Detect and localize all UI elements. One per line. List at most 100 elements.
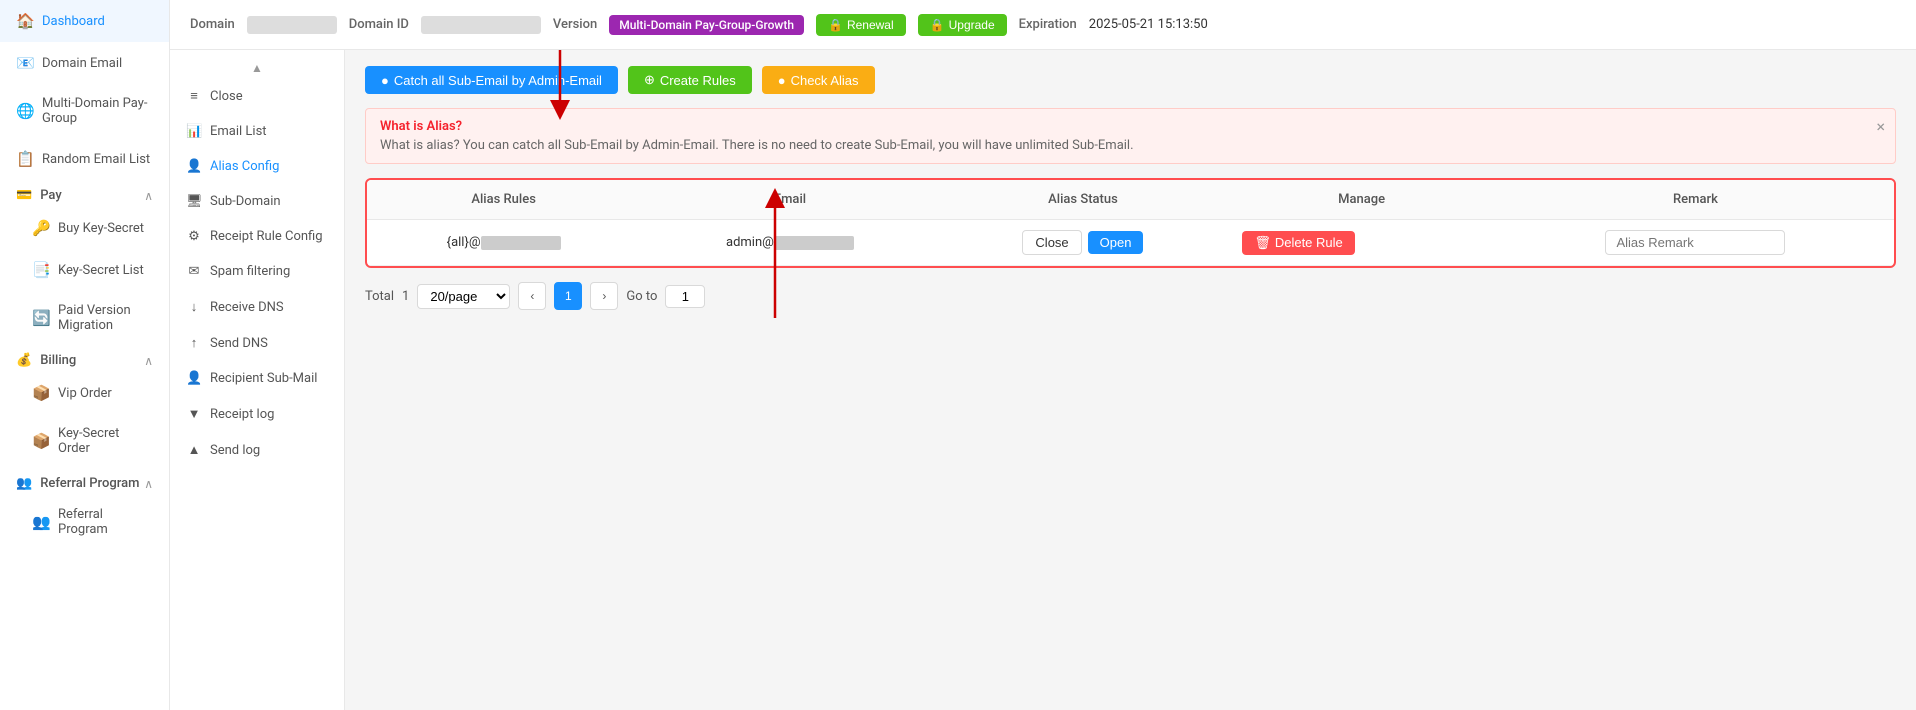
sidebar-item-multi-domain[interactable]: 🌐 Multi-Domain Pay-Group [0,84,169,138]
dashboard-icon: 🏠 [16,12,34,30]
remark-cell [1497,220,1894,266]
main-area: Domain Domain ID Version Multi-Domain Pa… [170,0,1916,710]
status-open-button[interactable]: Open [1088,231,1144,254]
sidebar-item-buy-key-secret[interactable]: 🔑 Buy Key-Secret [0,207,169,249]
recipient-icon: 👤 [186,371,202,386]
page-1-button[interactable]: 1 [554,282,582,310]
catch-all-button[interactable]: ● Catch all Sub-Email by Admin-Email [365,66,618,94]
page-content: ● Catch all Sub-Email by Admin-Email ⊕ C… [345,50,1916,710]
renewal-icon: 🔒 [828,18,843,32]
domain-id-value [421,16,541,34]
toolbar: ● Catch all Sub-Email by Admin-Email ⊕ C… [365,66,1896,94]
dot-icon: ● [381,73,389,88]
alert-title: What is Alias? [380,119,1881,134]
email-domain-masked [774,236,854,250]
prev-page-button[interactable]: ‹ [518,282,546,310]
sub-sidebar-item-receipt-log[interactable]: ▼ Receipt log [170,396,344,432]
sub-sidebar-item-spam[interactable]: ✉ Spam filtering [170,254,344,289]
table-section: Alias Rules Email Alias Status Manage Re… [365,178,1896,268]
sidebar-item-paid-version[interactable]: 🔄 Paid Version Migration [0,291,169,345]
alias-info-alert: What is Alias? What is alias? You can ca… [365,108,1896,164]
total-label: Total [365,289,394,304]
sidebar-item-referral-program[interactable]: 👥 Referral Program [0,495,169,549]
alias-config-icon: 👤 [186,159,202,174]
col-alias-status: Alias Status [940,180,1227,220]
send-log-icon: ▲ [186,442,202,458]
domain-value [247,16,337,34]
vip-icon: 📦 [32,384,50,402]
alias-table-container: Alias Rules Email Alias Status Manage Re… [365,178,1896,268]
email-cell: admin@ [640,220,939,266]
version-label: Version [553,17,597,32]
alias-rules-value: {all}@ [447,235,481,250]
referral-icon: 👥 [16,476,32,491]
pagination: Total 1 20/page 50/page 100/page ‹ 1 › G… [365,282,1896,310]
upgrade-button[interactable]: 🔒 Upgrade [918,14,1007,36]
manage-cell: 🗑 Delete Rule [1226,220,1497,266]
alias-remark-input[interactable] [1605,230,1785,255]
chevron-up-billing-icon: ∧ [144,354,153,368]
sidebar-item-domain-email[interactable]: 📧 Domain Email [0,42,169,84]
sidebar-section-pay[interactable]: 💳 Pay ∧ [0,180,169,207]
version-badge: Multi-Domain Pay-Group-Growth [609,15,804,35]
col-manage: Manage [1226,180,1497,220]
domain-email-icon: 📧 [16,54,34,72]
multi-domain-icon: 🌐 [16,102,34,120]
sidebar-item-key-secret-list[interactable]: 📑 Key-Secret List [0,249,169,291]
plus-circle-icon: ⊕ [644,72,655,88]
chevron-up-icon: ∧ [144,189,153,203]
domain-id-label: Domain ID [349,17,409,32]
receipt-rule-icon: ⚙ [186,229,202,244]
receipt-log-icon: ▼ [186,406,202,422]
random-email-icon: 📋 [16,150,34,168]
sub-sidebar-item-recipient-submail[interactable]: 👤 Recipient Sub-Mail [170,361,344,396]
delete-rule-button[interactable]: 🗑 Delete Rule [1242,231,1354,255]
billing-icon: 💰 [16,353,32,368]
renewal-button[interactable]: 🔒 Renewal [816,14,906,36]
table-header-row: Alias Rules Email Alias Status Manage Re… [367,180,1894,220]
sidebar-section-billing[interactable]: 💰 Billing ∧ [0,345,169,372]
sub-sidebar-item-receipt-rule[interactable]: ⚙ Receipt Rule Config [170,219,344,254]
order-icon: 📦 [32,432,50,450]
topbar: Domain Domain ID Version Multi-Domain Pa… [170,0,1916,50]
receive-dns-icon: ↓ [186,299,202,315]
sub-sidebar-item-receive-dns[interactable]: ↓ Receive DNS [170,289,344,325]
chevron-up-referral-icon: ∧ [144,477,153,491]
send-dns-icon: ↑ [186,335,202,351]
col-alias-rules: Alias Rules [367,180,640,220]
expiration-value: 2025-05-21 15:13:50 [1089,17,1208,32]
per-page-select[interactable]: 20/page 50/page 100/page [417,284,510,309]
migration-icon: 🔄 [32,309,50,327]
sub-sidebar-item-send-dns[interactable]: ↑ Send DNS [170,325,344,361]
goto-input[interactable] [665,285,705,308]
spam-icon: ✉ [186,264,202,279]
sub-sidebar-item-send-log[interactable]: ▲ Send log [170,432,344,468]
sub-sidebar-item-close[interactable]: ≡ Close [170,78,344,114]
check-alias-button[interactable]: ● Check Alias [762,66,875,94]
create-rules-button[interactable]: ⊕ Create Rules [628,66,752,94]
referral-program-icon: 👥 [32,513,50,531]
sidebar-item-random-email[interactable]: 📋 Random Email List [0,138,169,180]
sub-sidebar-item-sub-domain[interactable]: 🖥 Sub-Domain [170,184,344,219]
alias-domain-masked [481,236,561,250]
sidebar-item-key-secret-order[interactable]: 📦 Key-Secret Order [0,414,169,468]
sub-sidebar-item-alias-config[interactable]: 👤 Alias Config [170,149,344,184]
status-cell: Close Open [940,220,1227,266]
sidebar-section-referral[interactable]: 👥 Referral Program ∧ [0,468,169,495]
alert-close-button[interactable]: × [1876,117,1885,136]
col-email: Email [640,180,939,220]
sidebar-item-vip-order[interactable]: 📦 Vip Order [0,372,169,414]
email-list-icon: 📊 [186,124,202,139]
status-close-button[interactable]: Close [1022,230,1081,255]
table-row: {all}@ admin@ Close Open [367,220,1894,266]
sub-sidebar-item-email-list[interactable]: 📊 Email List [170,114,344,149]
alias-rules-cell: {all}@ [367,220,640,266]
total-count: 1 [402,289,409,304]
sidebar-item-dashboard[interactable]: 🏠 Dashboard [0,0,169,42]
alias-table: Alias Rules Email Alias Status Manage Re… [367,180,1894,266]
close-menu-icon: ≡ [186,88,202,104]
next-page-button[interactable]: › [590,282,618,310]
scroll-up-btn[interactable]: ▲ [170,58,344,78]
col-remark: Remark [1497,180,1894,220]
list-icon: 📑 [32,261,50,279]
